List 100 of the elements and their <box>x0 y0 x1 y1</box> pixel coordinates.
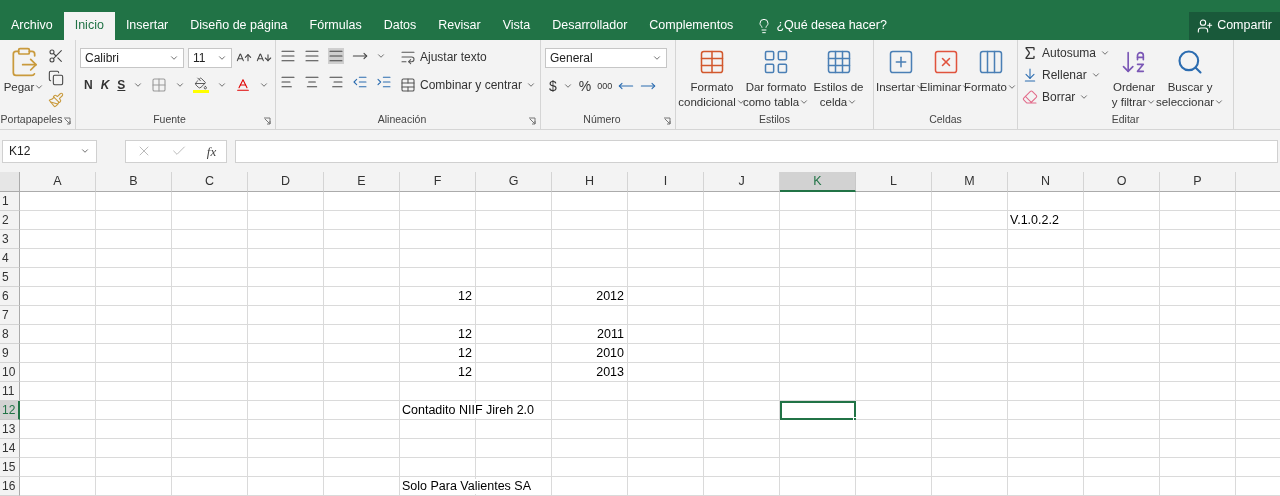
wrap-text-button[interactable]: Ajustar texto <box>400 47 537 66</box>
clear-button[interactable]: Borrar <box>1022 87 1111 106</box>
select-all-corner[interactable] <box>0 172 20 192</box>
fill-color-icon <box>193 76 210 93</box>
row-header[interactable]: 7 <box>0 306 20 325</box>
cell-text: 12 <box>458 365 472 380</box>
font-field[interactable]: Calibri <box>80 47 184 68</box>
cell-text: 2012 <box>596 289 624 304</box>
ribbon-tab[interactable]: Insertar <box>114 11 180 40</box>
table-cell <box>1236 230 1280 249</box>
font-color-icon <box>235 76 252 93</box>
ribbon-tab[interactable]: Inicio <box>63 11 115 40</box>
bold-button[interactable]: N <box>84 75 93 94</box>
font-size-field[interactable]: 11 <box>188 47 232 68</box>
row-header[interactable]: 5 <box>0 268 20 287</box>
column-header[interactable]: C <box>172 172 248 192</box>
table-cell <box>1236 268 1280 287</box>
ribbon-tab[interactable]: Fórmulas <box>298 11 373 40</box>
row-header[interactable]: 2 <box>0 211 20 230</box>
group-label: Alineación <box>377 111 427 127</box>
currency-button[interactable]: $ <box>549 75 557 97</box>
ribbon-tab[interactable]: Vista <box>491 11 542 40</box>
row-header[interactable]: 11 <box>0 382 20 401</box>
column-header[interactable]: H <box>552 172 628 192</box>
table-cell <box>1236 344 1280 363</box>
row-header[interactable]: 10 <box>0 363 20 382</box>
row-header[interactable]: 12 <box>0 401 20 420</box>
cut-icon <box>48 47 64 64</box>
down-arrow-icon <box>1022 66 1038 83</box>
format-painter-icon <box>48 91 64 108</box>
column-header[interactable]: E <box>324 172 400 192</box>
row-header[interactable]: 13 <box>0 420 20 439</box>
column-header[interactable]: O <box>1084 172 1160 192</box>
percent-button[interactable]: % <box>578 75 592 97</box>
table-cell <box>1236 439 1280 458</box>
group-label: Celdas <box>929 111 962 127</box>
column-header[interactable]: F <box>400 172 476 192</box>
cell-text: 12 <box>458 346 472 361</box>
column-header[interactable]: L <box>856 172 932 192</box>
ribbon-tab[interactable]: Archivo <box>0 11 64 40</box>
table-cell <box>1236 192 1280 211</box>
ribbon-button[interactable]: Formato condicional <box>680 43 744 110</box>
table-cell <box>1236 325 1280 344</box>
row-header[interactable]: 6 <box>0 287 20 306</box>
column-header[interactable]: M <box>932 172 1008 192</box>
eraser-icon <box>1022 88 1038 105</box>
row-header[interactable]: 3 <box>0 230 20 249</box>
table-cell <box>1236 477 1280 496</box>
group-label: Estilos <box>759 111 790 127</box>
insert-function-button[interactable]: fx <box>206 141 217 162</box>
column-header[interactable]: K <box>780 172 856 192</box>
tell-me-field[interactable]: ¿Qué desea hacer? <box>756 11 887 40</box>
ribbon-button[interactable]: Pegar <box>4 43 44 95</box>
borders-icon <box>151 76 168 93</box>
dialog-launcher-icon[interactable] <box>663 116 671 125</box>
table-cell <box>1236 420 1280 439</box>
dialog-launcher-icon[interactable] <box>263 116 271 125</box>
column-header[interactable]: D <box>248 172 324 192</box>
column-header[interactable]: N <box>1008 172 1084 192</box>
table-cell <box>1236 287 1280 306</box>
autosum-button[interactable]: Autosuma <box>1022 43 1111 62</box>
dialog-launcher-icon[interactable] <box>63 116 71 125</box>
ribbon-button[interactable]: Dar formato como tabla <box>744 43 808 110</box>
column-header[interactable]: I <box>628 172 704 192</box>
column-header[interactable]: J <box>704 172 780 192</box>
thousands-button[interactable]: 000 <box>597 79 613 94</box>
add-person-icon <box>1197 17 1214 34</box>
underline-button[interactable]: S <box>117 75 126 94</box>
italic-button[interactable]: K <box>100 75 110 94</box>
column-header[interactable]: G <box>476 172 552 192</box>
name-box[interactable]: K12 <box>2 139 97 163</box>
row-header[interactable]: 8 <box>0 325 20 344</box>
column-header[interactable]: P <box>1160 172 1236 192</box>
ribbon-button[interactable]: Buscar y seleccionar <box>1158 43 1223 110</box>
ribbon-button[interactable]: Estilos de celda <box>808 43 869 110</box>
row-header[interactable]: 9 <box>0 344 20 363</box>
table-cell <box>1236 363 1280 382</box>
table-cell <box>1236 401 1280 420</box>
merge-button[interactable]: Combinar y centrar <box>400 75 537 94</box>
ribbon-tab[interactable]: Diseño de página <box>179 11 299 40</box>
row-header[interactable]: 4 <box>0 249 20 268</box>
cell-text: 2013 <box>596 365 624 380</box>
row-header[interactable]: 16 <box>0 477 20 496</box>
ribbon-tab[interactable]: Datos <box>372 11 428 40</box>
search-icon <box>1176 47 1205 76</box>
row-header[interactable]: 15 <box>0 458 20 477</box>
ribbon-tab[interactable]: Complementos <box>638 11 745 40</box>
fill-button[interactable]: Rellenar <box>1022 65 1111 84</box>
column-header[interactable]: A <box>20 172 96 192</box>
number-format-field[interactable]: General <box>545 47 667 68</box>
dialog-launcher-icon[interactable] <box>528 116 536 125</box>
row-header[interactable]: 1 <box>0 192 20 211</box>
column-header[interactable]: B <box>96 172 172 192</box>
ribbon-tab[interactable]: Desarrollador <box>541 11 639 40</box>
ribbon-tab[interactable]: Revisar <box>427 11 492 40</box>
group-label: Editar <box>1111 111 1140 127</box>
row-header[interactable]: 14 <box>0 439 20 458</box>
formula-field[interactable] <box>235 139 1278 163</box>
sigma-icon <box>1022 44 1038 61</box>
share-button[interactable]: Compartir <box>1189 11 1280 40</box>
